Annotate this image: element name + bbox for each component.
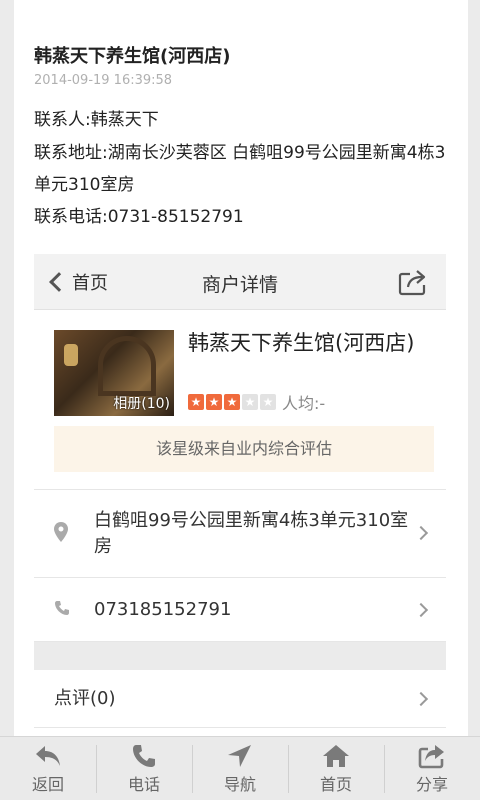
phone-row[interactable]: 073185152791 bbox=[34, 578, 446, 642]
location-pin-icon bbox=[54, 522, 68, 542]
tab-share[interactable]: 分享 bbox=[384, 737, 480, 800]
address-row[interactable]: 白鹤咀99号公园里新寓4栋3单元310室房 bbox=[34, 490, 446, 578]
navigate-icon bbox=[228, 744, 251, 767]
shop-photo[interactable]: 相册(10) bbox=[54, 330, 174, 416]
star-rating: ★ ★ ★ ★ ★ bbox=[188, 394, 278, 410]
tab-back[interactable]: 返回 bbox=[0, 737, 96, 800]
tab-home-label: 首页 bbox=[319, 774, 352, 794]
share-icon bbox=[398, 270, 426, 296]
rating-row: ★ ★ ★ ★ ★ 人均:- bbox=[188, 390, 325, 414]
photo-lamp bbox=[64, 344, 78, 366]
shop-address: 白鹤咀99号公园里新寓4栋3单元310室房 bbox=[94, 510, 409, 557]
back-icon bbox=[36, 745, 60, 766]
chevron-right-icon bbox=[413, 691, 429, 707]
album-count: 相册(10) bbox=[113, 396, 170, 412]
average-price: 人均:- bbox=[282, 394, 326, 413]
rating-note: 该星级来自业内综合评估 bbox=[54, 426, 434, 472]
post-card: 韩蒸天下养生馆(河西店) 2014-09-19 16:39:58 联系人:韩蒸天… bbox=[14, 0, 468, 740]
contact-phone[interactable]: 联系电话:0731-85152791 bbox=[34, 202, 244, 227]
star-empty-icon: ★ bbox=[242, 394, 258, 410]
tab-home[interactable]: 首页 bbox=[288, 737, 384, 800]
reviews-label: 点评(0) bbox=[54, 688, 116, 709]
tab-navigate[interactable]: 导航 bbox=[192, 737, 288, 800]
phone-icon bbox=[133, 744, 155, 767]
star-filled-icon: ★ bbox=[188, 394, 204, 410]
share-button[interactable] bbox=[398, 268, 428, 296]
shop-name: 韩蒸天下养生馆(河西店) bbox=[188, 331, 415, 355]
tab-phone-label: 电话 bbox=[127, 774, 160, 794]
chevron-right-icon bbox=[413, 602, 429, 618]
star-filled-icon: ★ bbox=[206, 394, 222, 410]
tab-phone[interactable]: 电话 bbox=[96, 737, 192, 800]
tab-share-label: 分享 bbox=[415, 774, 448, 794]
merchant-nav-title: 商户详情 bbox=[201, 274, 278, 296]
merchant-detail-panel: 首页 商户详情 相册(10) 韩蒸天下养生馆(河西店) ★ ★ ★ ★ ★ 人均:- bbox=[34, 254, 446, 740]
tab-back-label: 返回 bbox=[31, 774, 64, 794]
share-icon bbox=[418, 744, 444, 768]
phone-icon bbox=[55, 601, 69, 615]
merchant-navbar: 首页 商户详情 bbox=[34, 254, 446, 310]
photo-arch bbox=[98, 336, 156, 396]
star-filled-icon: ★ bbox=[224, 394, 240, 410]
bottom-tabbar: 返回 电话 导航 首页 分享 bbox=[0, 736, 480, 800]
contact-person: 联系人:韩蒸天下 bbox=[34, 110, 159, 130]
contact-address: 联系地址:湖南长沙芙蓉区 白鹤咀99号公园里新寓4栋3单元310室房 bbox=[34, 143, 446, 195]
tab-navigate-label: 导航 bbox=[223, 774, 256, 794]
chevron-right-icon bbox=[413, 525, 429, 541]
home-icon bbox=[323, 744, 349, 767]
star-empty-icon: ★ bbox=[260, 394, 276, 410]
post-title: 韩蒸天下养生馆(河西店) bbox=[34, 46, 231, 67]
section-divider bbox=[34, 642, 446, 670]
shop-phone: 073185152791 bbox=[94, 599, 232, 620]
shop-summary: 相册(10) 韩蒸天下养生馆(河西店) ★ ★ ★ ★ ★ 人均:- 该星级来自业内综合… bbox=[34, 310, 446, 490]
post-timestamp: 2014-09-19 16:39:58 bbox=[34, 73, 173, 88]
reviews-row[interactable]: 点评(0) bbox=[34, 670, 446, 728]
